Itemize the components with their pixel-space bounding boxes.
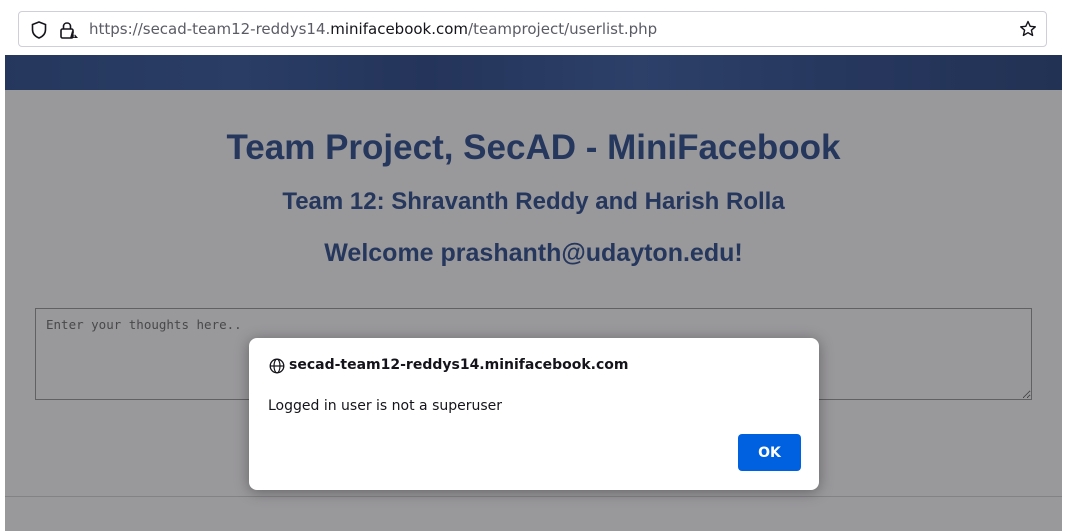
ok-button[interactable]: OK — [738, 434, 801, 471]
alert-dialog: secad-team12-reddys14.minifacebook.com L… — [249, 338, 819, 490]
url-text[interactable]: https://secad-team12-reddys14.minifacebo… — [89, 20, 657, 38]
shield-icon[interactable] — [31, 21, 47, 43]
dialog-origin: secad-team12-reddys14.minifacebook.com — [289, 357, 629, 373]
dialog-message: Logged in user is not a superuser — [268, 398, 503, 414]
url-prefix: https://secad-team12-reddys14. — [89, 20, 331, 38]
globe-icon — [269, 358, 285, 378]
url-path: /teamproject/userlist.php — [468, 20, 658, 38]
lock-icon[interactable] — [59, 21, 79, 43]
bookmark-star-icon[interactable] — [1019, 20, 1037, 42]
url-host: minifacebook.com — [330, 20, 469, 38]
url-bar[interactable]: https://secad-team12-reddys14.minifacebo… — [18, 11, 1047, 47]
